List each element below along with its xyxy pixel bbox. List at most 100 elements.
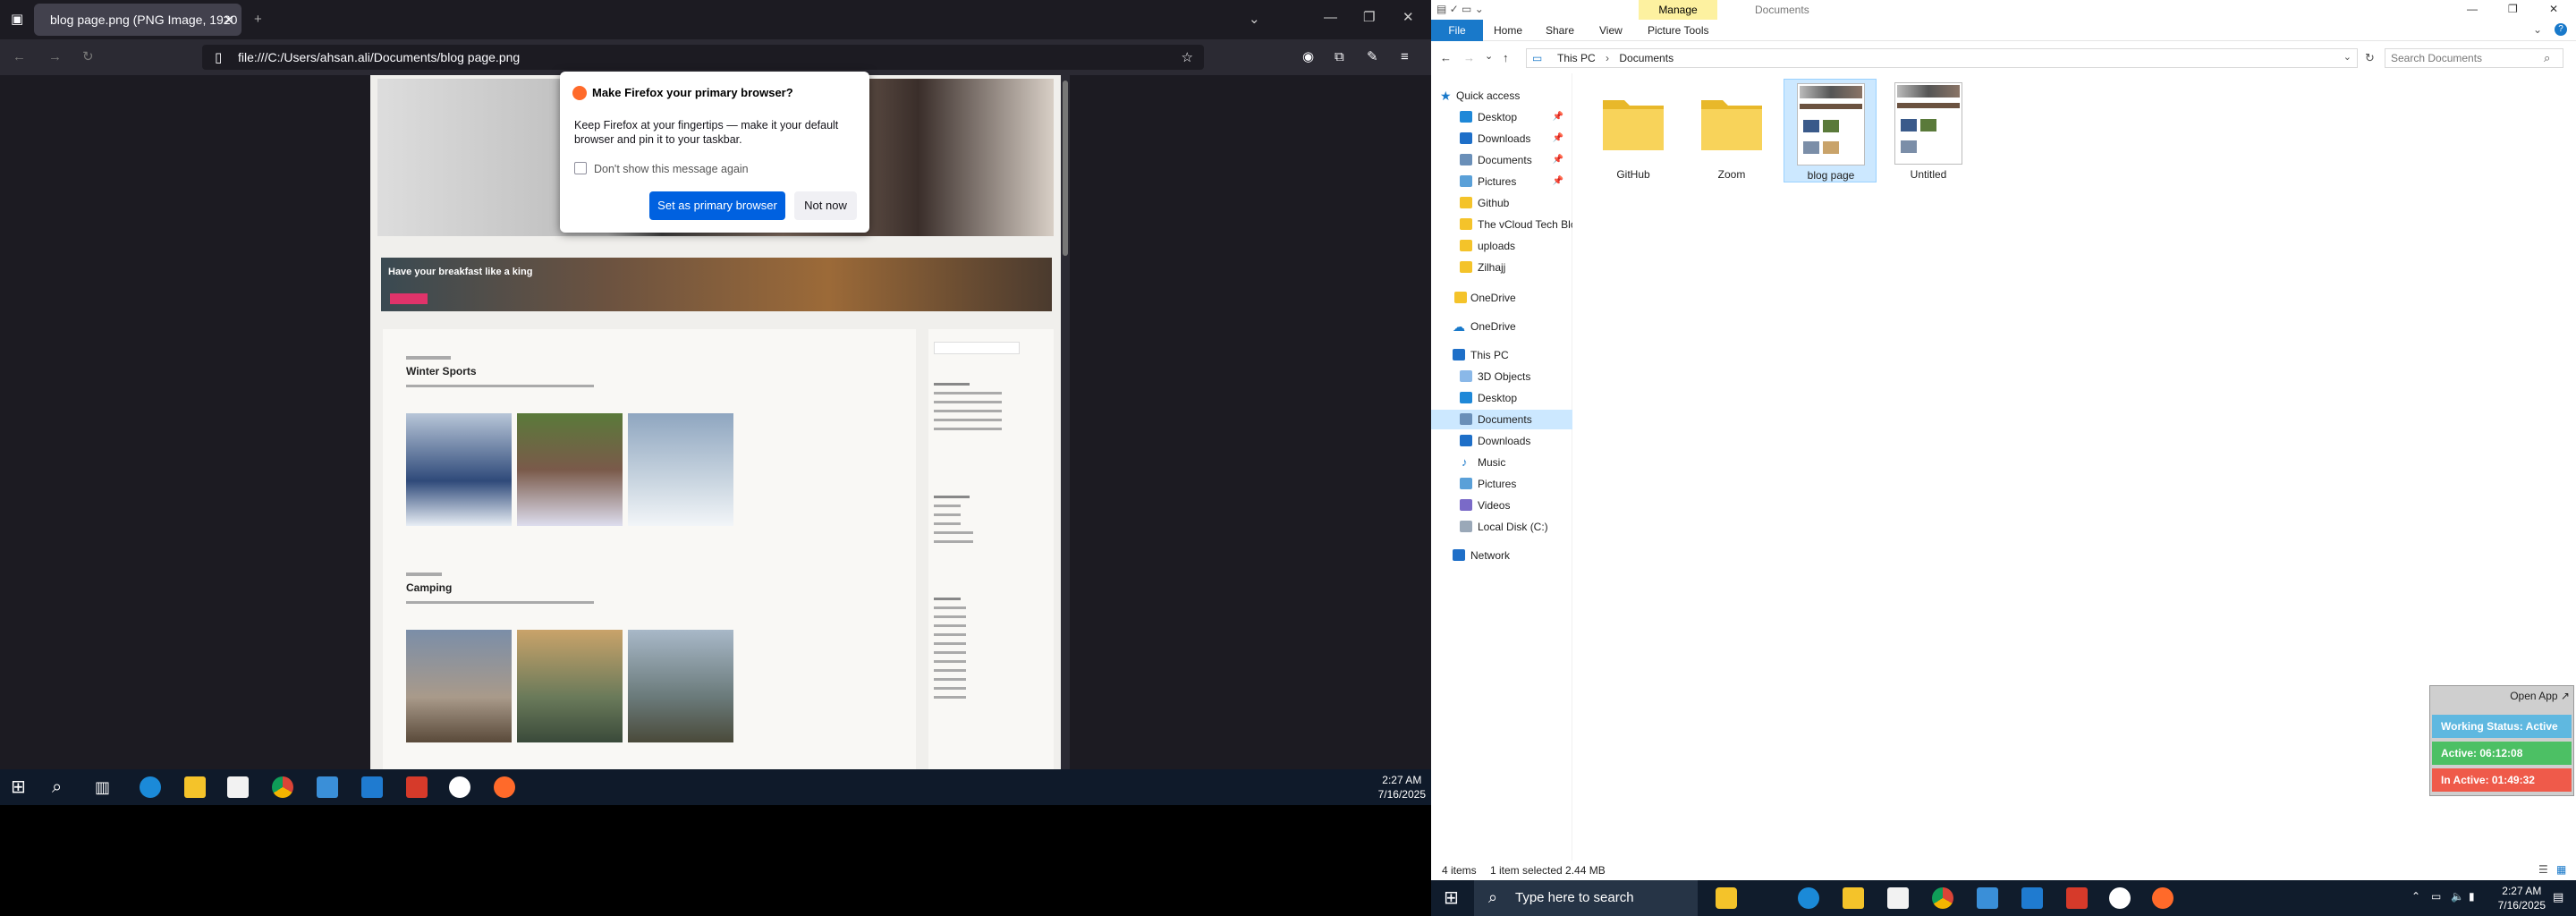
chrome-icon[interactable] xyxy=(1932,887,1953,909)
vscode-icon[interactable] xyxy=(361,776,383,798)
close-window-icon[interactable]: ✕ xyxy=(2549,4,2558,14)
menu-icon[interactable]: ≡ xyxy=(1401,50,1409,64)
nav-onedrive-2[interactable]: ☁ OneDrive xyxy=(1431,317,1572,336)
open-app-link[interactable]: Open App ↗ xyxy=(2510,690,2570,702)
tab-view[interactable]: View xyxy=(1599,20,1623,41)
app-icon-white[interactable] xyxy=(449,776,470,798)
close-window-icon[interactable]: ✕ xyxy=(1402,11,1414,24)
firefox-tab[interactable]: blog page.png (PNG Image, 1920 × ✕ xyxy=(34,4,242,36)
tab-home[interactable]: Home xyxy=(1494,20,1522,41)
help-icon[interactable]: ? xyxy=(2555,23,2567,36)
dont-show-label[interactable]: Don't show this message again xyxy=(594,163,749,175)
breadcrumb-this-pc[interactable]: This PC xyxy=(1557,52,1596,64)
store-icon[interactable] xyxy=(227,776,249,798)
app-icon-red[interactable] xyxy=(2066,887,2088,909)
reload-icon[interactable]: ↻ xyxy=(82,50,94,64)
taskbar-search[interactable]: ⌕ Type here to search xyxy=(1474,880,1698,916)
maximize-icon[interactable]: ❐ xyxy=(2508,4,2518,14)
nav-uploads[interactable]: uploads xyxy=(1431,236,1572,256)
app-icon[interactable] xyxy=(317,776,338,798)
file-item-blog-page[interactable]: blog page xyxy=(1784,79,1877,182)
new-tab-icon[interactable]: + xyxy=(254,13,262,26)
file-explorer-icon[interactable] xyxy=(1843,887,1864,909)
chevron-down-icon[interactable]: ⌄ xyxy=(2533,24,2542,35)
task-view-icon[interactable]: ▥ xyxy=(95,776,116,798)
store-icon[interactable] xyxy=(1887,887,1909,909)
app-icon-white[interactable] xyxy=(2109,887,2131,909)
forward-icon[interactable]: → xyxy=(1463,52,1475,64)
nav-pc-desktop[interactable]: Desktop xyxy=(1431,388,1572,408)
breadcrumb-documents[interactable]: Documents xyxy=(1619,52,1674,64)
up-icon[interactable]: ↑ xyxy=(1503,52,1509,64)
firefox-taskbar-icon[interactable] xyxy=(2152,887,2174,909)
forward-icon[interactable]: → xyxy=(48,50,62,64)
nav-github[interactable]: Github xyxy=(1431,193,1572,213)
minimize-icon[interactable]: — xyxy=(1324,11,1337,24)
chrome-icon[interactable] xyxy=(272,776,293,798)
extensions-icon[interactable]: ⧉ xyxy=(1335,50,1344,64)
address-dropdown-icon[interactable]: ⌄ xyxy=(2343,53,2351,63)
nav-music[interactable]: ♪ Music xyxy=(1431,453,1572,472)
file-tab[interactable]: File xyxy=(1431,20,1483,41)
edge-icon[interactable] xyxy=(140,776,161,798)
nav-vcloud[interactable]: The vCloud Tech Blo xyxy=(1431,215,1572,234)
vscode-icon[interactable] xyxy=(2021,887,2043,909)
close-tab-icon[interactable]: ✕ xyxy=(224,4,234,36)
address-bar[interactable]: ▭ This PC › Documents ⌄ xyxy=(1526,48,2358,68)
notification-icon[interactable]: ▤ xyxy=(2553,891,2563,903)
nav-network[interactable]: Network xyxy=(1431,546,1572,565)
tab-picture-tools[interactable]: Picture Tools xyxy=(1648,20,1708,41)
search-input[interactable]: Search Documents xyxy=(2385,48,2563,68)
network-tray-icon[interactable]: ▭ xyxy=(2431,891,2441,902)
nav-documents[interactable]: Documents 📌 xyxy=(1431,150,1572,170)
file-item-github[interactable]: GitHub xyxy=(1587,79,1680,182)
nav-local-disk[interactable]: Local Disk (C:) xyxy=(1431,517,1572,537)
tab-list-icon[interactable]: ▣ xyxy=(11,13,23,26)
file-explorer-icon[interactable] xyxy=(184,776,206,798)
tab-share[interactable]: Share xyxy=(1546,20,1574,41)
details-view-icon[interactable]: ☰ xyxy=(2538,864,2548,875)
back-icon[interactable]: ← xyxy=(13,50,26,64)
nav-videos[interactable]: Videos xyxy=(1431,496,1572,515)
not-now-button[interactable]: Not now xyxy=(794,191,857,220)
dont-show-checkbox[interactable] xyxy=(574,162,587,174)
volume-icon[interactable]: 🔈 xyxy=(2451,891,2464,902)
tray-chevron-icon[interactable]: ⌃ xyxy=(2411,891,2420,902)
quick-access-toolbar-icon[interactable]: ▤ ✓ ▭ ⌄ xyxy=(1436,4,1484,14)
start-icon[interactable]: ⊞ xyxy=(11,776,32,798)
task-view-icon[interactable] xyxy=(1716,887,1737,909)
page-scrollbar-thumb[interactable] xyxy=(1063,81,1068,256)
large-icons-view-icon[interactable]: ▦ xyxy=(2556,864,2566,875)
left-clock[interactable]: 2:27 AM 7/16/2025 xyxy=(1378,773,1426,802)
recent-locations-icon[interactable]: ⌄ xyxy=(1485,52,1493,62)
right-clock[interactable]: 2:27 AM 7/16/2025 xyxy=(2498,884,2546,912)
nav-pictures[interactable]: Pictures 📌 xyxy=(1431,172,1572,191)
nav-pc-pictures[interactable]: Pictures xyxy=(1431,474,1572,494)
manage-tab[interactable]: Manage xyxy=(1639,0,1717,20)
file-item-untitled[interactable]: Untitled xyxy=(1882,79,1975,182)
set-primary-button[interactable]: Set as primary browser xyxy=(649,191,785,220)
nav-quick-access[interactable]: ★ Quick access xyxy=(1431,86,1572,106)
nav-desktop[interactable]: Desktop 📌 xyxy=(1431,107,1572,127)
nav-this-pc[interactable]: This PC xyxy=(1431,345,1572,365)
maximize-icon[interactable]: ❐ xyxy=(1363,11,1375,24)
edge-icon[interactable] xyxy=(1798,887,1819,909)
nav-onedrive-1[interactable]: OneDrive xyxy=(1431,288,1572,308)
chevron-down-icon[interactable]: ⌄ xyxy=(1249,13,1260,26)
back-icon[interactable]: ← xyxy=(1440,52,1452,64)
search-icon[interactable]: ⌕ xyxy=(52,776,73,798)
file-item-zoom[interactable]: Zoom xyxy=(1685,79,1778,182)
url-bar[interactable]: ▯ file:///C:/Users/ahsan.ali/Documents/b… xyxy=(202,45,1204,70)
bookmark-star-icon[interactable]: ☆ xyxy=(1182,51,1193,64)
nav-downloads[interactable]: Downloads 📌 xyxy=(1431,129,1572,148)
firefox-taskbar-icon[interactable] xyxy=(494,776,515,798)
refresh-icon[interactable]: ↻ xyxy=(2365,52,2375,64)
nav-zilhajj[interactable]: Zilhajj xyxy=(1431,258,1572,277)
minimize-icon[interactable]: — xyxy=(2467,4,2478,14)
edit-icon[interactable]: ✎ xyxy=(1367,50,1378,64)
nav-pc-downloads[interactable]: Downloads xyxy=(1431,431,1572,451)
account-icon[interactable]: ◉ xyxy=(1302,50,1314,64)
nav-pc-documents[interactable]: Documents xyxy=(1431,410,1572,429)
nav-3d-objects[interactable]: 3D Objects xyxy=(1431,367,1572,386)
start-icon[interactable]: ⊞ xyxy=(1444,889,1459,907)
